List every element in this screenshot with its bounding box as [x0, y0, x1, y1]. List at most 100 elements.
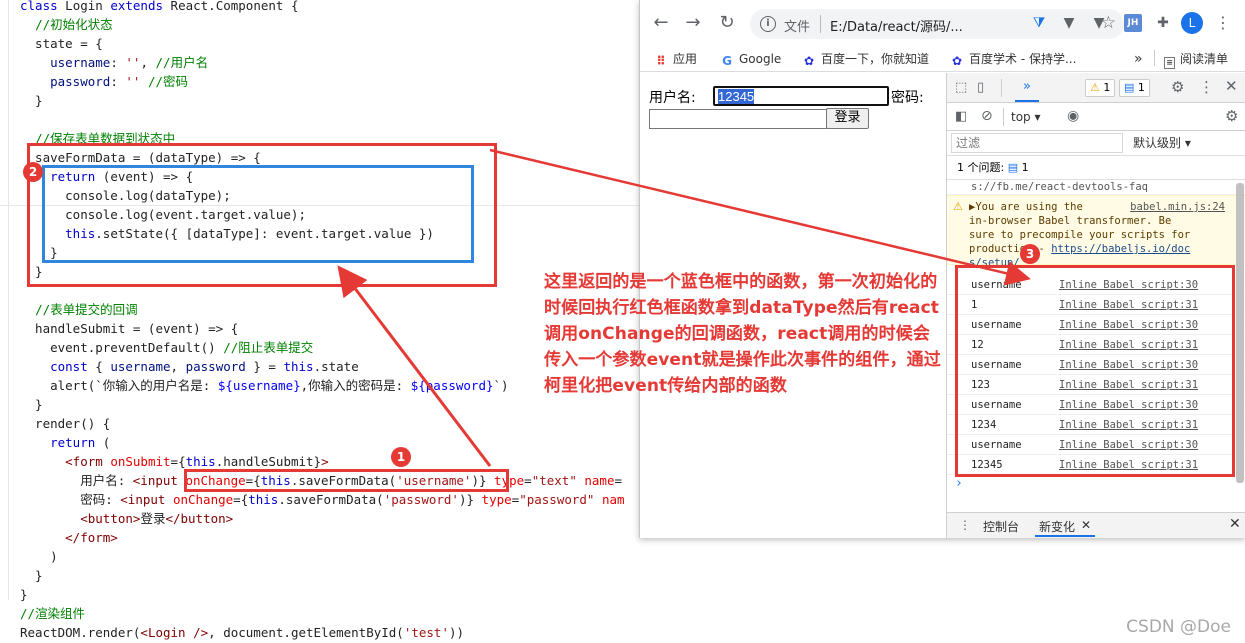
code-line: }: [20, 397, 43, 412]
bookmark-baidu-label: 百度一下，你就知道: [821, 52, 930, 66]
drawer-tab-close-icon[interactable]: ✕: [1081, 518, 1091, 532]
code-line: console.log(dataType);: [20, 188, 231, 203]
log-source-link[interactable]: Inline Babel script:31: [1059, 419, 1198, 431]
username-input[interactable]: 12345: [713, 86, 889, 106]
console-filter-input[interactable]: 过滤: [951, 133, 1123, 153]
sidebar-toggle-icon[interactable]: ◧: [955, 109, 967, 125]
issues-link[interactable]: 1 个问题: ▤ 1: [953, 160, 1033, 178]
code-line: }: [20, 264, 43, 279]
devtools-panel: ⬚ ▯ » ⚠ 1 ▤ 1 ⚙ ⋮ ✕ ◧ ⊘ top ▾ ◉ ⚙ 过滤 默认级…: [946, 73, 1245, 538]
console-settings-icon[interactable]: ⚙: [1225, 108, 1238, 124]
extension-filter-icon[interactable]: ▼: [1060, 14, 1078, 32]
warning-line-1-text: ▶You are using the: [969, 201, 1083, 213]
log-source-link[interactable]: Inline Babel script:30: [1059, 359, 1198, 371]
code-line: ): [20, 549, 58, 564]
info-icon[interactable]: i: [760, 16, 776, 32]
console-scrollbar[interactable]: [1236, 183, 1244, 483]
extensions-puzzle-icon[interactable]: ✚: [1154, 14, 1172, 32]
extension-translate-icon[interactable]: ⧩: [1030, 14, 1048, 32]
forward-icon[interactable]: →: [682, 12, 704, 34]
log-message: 12: [971, 339, 984, 351]
context-label: top: [1011, 110, 1031, 124]
extension-jh-icon[interactable]: JH: [1124, 14, 1142, 32]
context-selector[interactable]: top ▾: [1011, 109, 1041, 125]
baidu-xueshu-icon: ✿: [951, 54, 963, 68]
active-tab-indicator: [1015, 100, 1039, 102]
annotation-marker-3: 3: [1020, 244, 1040, 264]
devtools-tabbar: ⬚ ▯ » ⚠ 1 ▤ 1 ⚙ ⋮ ✕: [947, 73, 1245, 103]
code-line: render() {: [20, 416, 111, 431]
log-message: username: [971, 439, 1022, 451]
baidu-paw-icon: ✿: [803, 54, 815, 68]
log-source-link[interactable]: Inline Babel script:30: [1059, 279, 1198, 291]
bookmarks-more[interactable]: »: [1134, 50, 1143, 68]
log-source-link[interactable]: Inline Babel script:31: [1059, 339, 1198, 351]
log-source-link[interactable]: Inline Babel script:30: [1059, 399, 1198, 411]
code-line: state = {: [20, 36, 103, 51]
username-label: 用户名:: [649, 90, 696, 106]
log-source-link[interactable]: Inline Babel script:30: [1059, 439, 1198, 451]
log-message: username: [971, 359, 1022, 371]
babel-docs-link-cont[interactable]: s/setup/: [969, 256, 1239, 270]
login-button[interactable]: 登录: [826, 108, 869, 129]
devtools-menu-icon[interactable]: ⋮: [1199, 79, 1214, 95]
console-toolbar: ◧ ⊘ top ▾ ◉ ⚙: [947, 103, 1245, 131]
clear-console-icon[interactable]: ⊘: [981, 108, 993, 124]
profile-avatar[interactable]: L: [1181, 12, 1203, 34]
log-level-selector[interactable]: 默认级别 ▾: [1133, 135, 1191, 151]
inspect-element-icon[interactable]: ⬚: [955, 80, 967, 96]
drawer-tab-whats-new[interactable]: 新变化: [1039, 518, 1075, 535]
more-tabs-button[interactable]: »: [1023, 79, 1031, 95]
code-line: //初始化状态: [35, 17, 113, 32]
reload-icon[interactable]: ↻: [716, 12, 738, 34]
indent-guide: [8, 0, 9, 600]
log-message: 1: [971, 299, 978, 311]
log-message: username: [971, 399, 1022, 411]
console-log-row: 1234 Inline Babel script:31: [947, 415, 1245, 435]
code-line: }: [20, 245, 58, 260]
live-expression-eye-icon[interactable]: ◉: [1067, 108, 1079, 124]
warning-count-badge[interactable]: ⚠ 1: [1085, 79, 1116, 97]
log-source-link[interactable]: Inline Babel script:31: [1059, 379, 1198, 391]
message-count-badge[interactable]: ▤ 1: [1119, 79, 1150, 97]
drawer-menu-icon[interactable]: ⋮: [959, 518, 971, 532]
close-devtools-icon[interactable]: ✕: [1225, 78, 1238, 94]
faq-link[interactable]: s://fb.me/react-devtools-faq: [971, 181, 1148, 193]
babel-docs-link[interactable]: https://babeljs.io/doc: [1051, 243, 1190, 255]
bookmark-google-label: Google: [739, 52, 782, 66]
extension-vue-icon[interactable]: ▼: [1090, 14, 1108, 32]
device-toolbar-icon[interactable]: ▯: [977, 80, 984, 96]
console-log-row: 12345 Inline Babel script:31: [947, 455, 1245, 475]
address-url[interactable]: E:/Data/react/源码/...: [830, 16, 963, 35]
code-line: saveFormData = (dataType) => {: [20, 150, 261, 165]
bookmark-xueshu[interactable]: ✿ 百度学术 - 保持学...: [950, 50, 1076, 68]
console-prompt[interactable]: ›: [947, 475, 1245, 493]
password-input[interactable]: [649, 109, 827, 129]
back-icon[interactable]: ←: [650, 12, 672, 34]
warning-source-link[interactable]: babel.min.js:24: [1130, 200, 1225, 214]
bookmark-google[interactable]: G Google: [720, 50, 781, 68]
log-source-link[interactable]: Inline Babel script:30: [1059, 319, 1198, 331]
console-log-row: 1 Inline Babel script:31: [947, 295, 1245, 315]
settings-gear-icon[interactable]: ⚙: [1171, 79, 1184, 95]
warning-line-3: sure to precompile your scripts for: [969, 229, 1191, 241]
issues-message-icon: ▤: [1007, 161, 1019, 174]
issues-divider: [947, 179, 1245, 180]
browser-menu-icon[interactable]: ⋮: [1214, 14, 1232, 32]
bookmark-baidu[interactable]: ✿ 百度一下，你就知道: [802, 50, 929, 68]
warning-line-icon: ⚠: [953, 200, 963, 213]
devtools-drawer: ⋮ 控制台 新变化 ✕ ✕: [947, 512, 1245, 538]
log-source-link[interactable]: Inline Babel script:31: [1059, 459, 1198, 471]
bookmark-apps[interactable]: ⠿ 应用: [654, 50, 697, 68]
faq-line: s://fb.me/react-devtools-faq: [947, 181, 1245, 195]
bookmark-reading-list[interactable]: ≡ 阅读清单: [1164, 50, 1228, 69]
log-source-link[interactable]: Inline Babel script:31: [1059, 299, 1198, 311]
close-drawer-icon[interactable]: ✕: [1229, 516, 1241, 532]
csdn-watermark: CSDN @Doe: [1126, 617, 1231, 637]
log-message: username: [971, 319, 1022, 331]
code-line: }: [20, 587, 28, 602]
console-log-row: username Inline Babel script:30: [947, 355, 1245, 375]
code-line: </form>: [65, 530, 118, 545]
code-line: //渲染组件: [20, 606, 86, 621]
drawer-tab-console[interactable]: 控制台: [983, 518, 1019, 535]
